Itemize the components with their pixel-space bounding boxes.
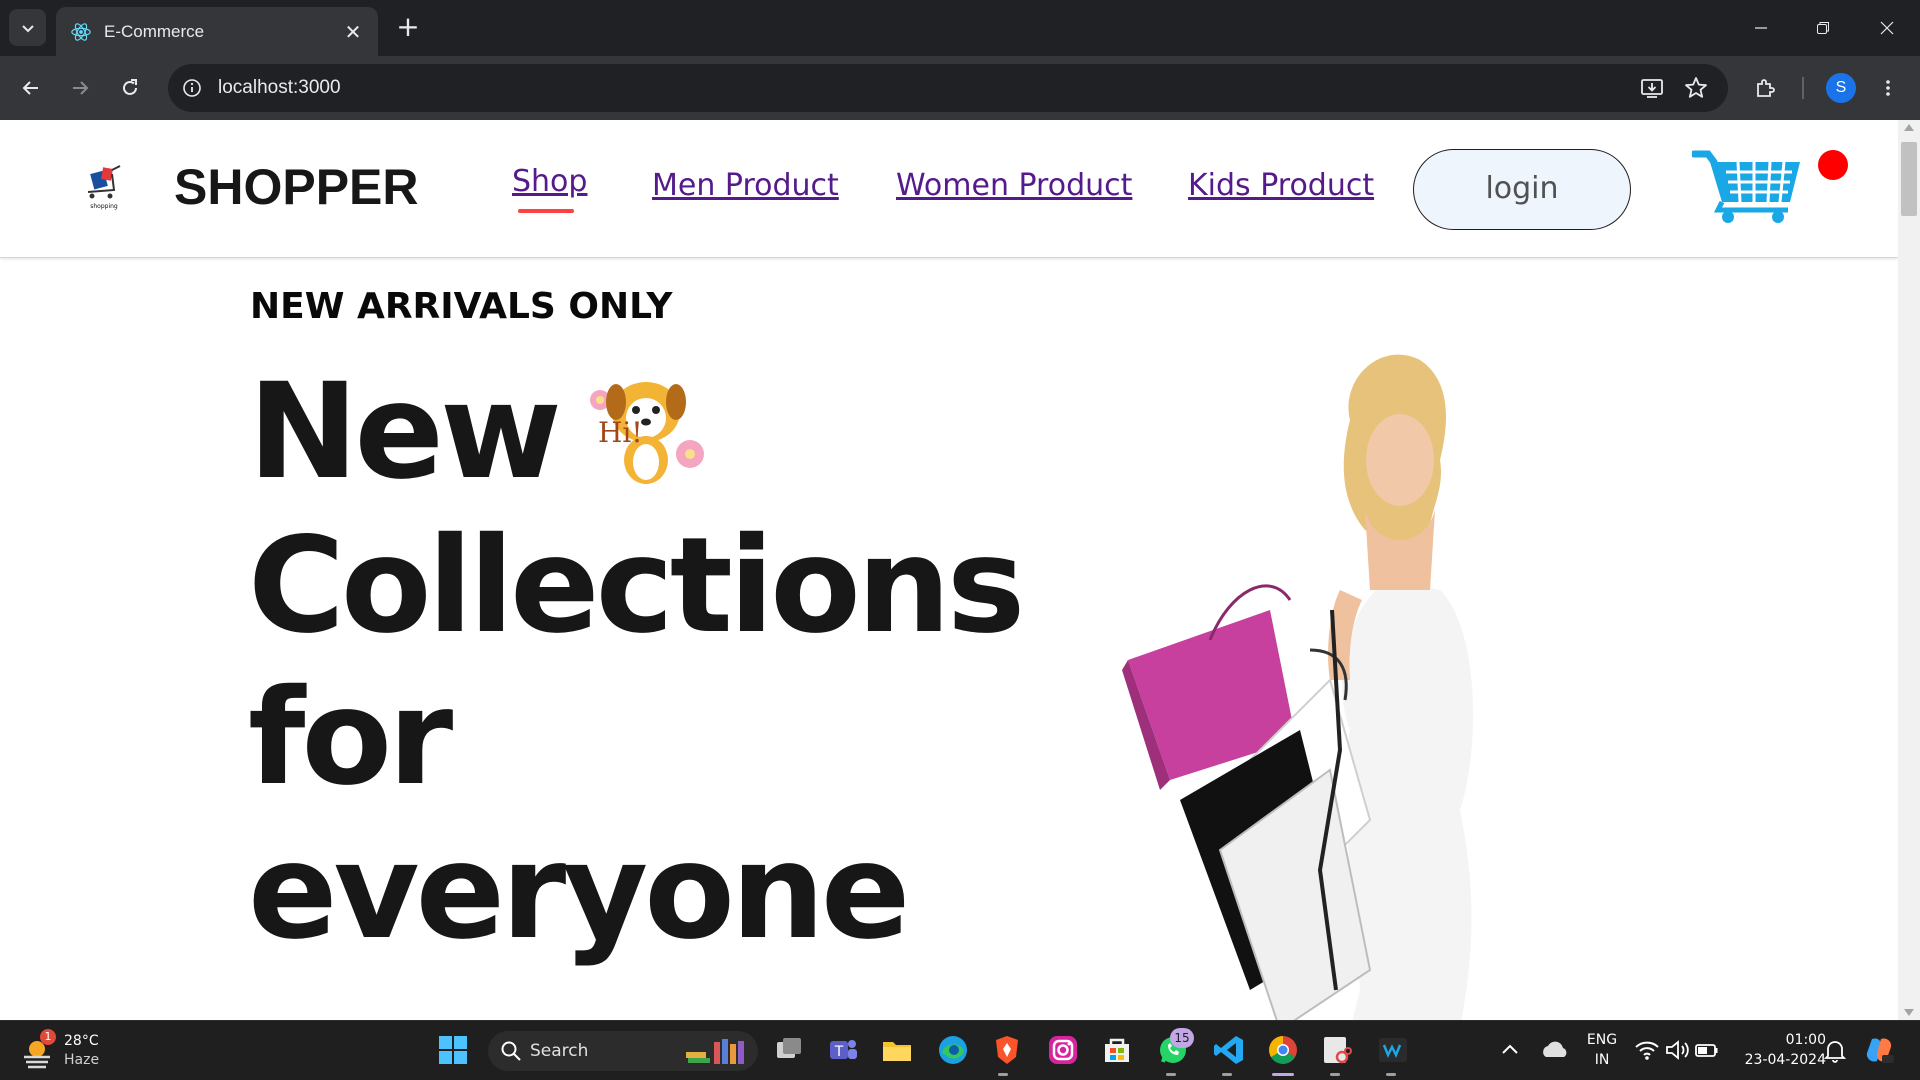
minimize-icon [1755,27,1767,29]
hero-line-4: everyone [248,815,910,969]
instagram-icon[interactable] [1046,1033,1080,1067]
copilot-icon[interactable] [1862,1033,1896,1067]
waving-puppy-icon: Hi! [590,382,704,484]
active-nav-indicator [518,209,574,213]
teams-icon[interactable]: T [826,1033,860,1067]
sticker-text: Hi! [598,416,643,449]
svg-text:T: T [834,1044,844,1060]
tab-close-icon[interactable]: ✕ [342,20,364,44]
weather-description: Haze [64,1052,100,1068]
clock-date[interactable]: 23-04-2024 [1730,1052,1826,1068]
weather-widget[interactable]: 1 28°C Haze [20,1029,140,1071]
minimize-button[interactable] [1738,10,1784,46]
whatsapp-running-indicator [1166,1073,1176,1076]
wifi-icon[interactable] [1634,1033,1660,1067]
more-vert-icon [1886,80,1890,96]
cart-icon[interactable] [1692,148,1804,224]
logo-caption: shopping [90,203,118,210]
notification-bell-icon[interactable] [1822,1033,1848,1067]
weather-alert-badge: 1 [40,1029,56,1045]
tab-ecommerce[interactable]: E-Commerce ✕ [56,7,378,56]
browser-toolbar: localhost:3000 [0,56,1920,120]
reload-icon [123,79,137,95]
install-app-icon[interactable] [1638,74,1666,102]
chrome-active-indicator [1272,1073,1294,1076]
clock-time[interactable]: 01:00 [1730,1032,1826,1048]
volume-icon[interactable] [1664,1033,1690,1067]
task-view-icon[interactable] [772,1033,806,1067]
extensions-button[interactable] [1749,72,1781,104]
file-explorer-icon[interactable] [880,1033,914,1067]
shopping-logo-icon[interactable]: shopping [82,164,126,210]
nav-link-shop[interactable]: Shop [512,164,587,199]
books-illustration-icon [686,1039,744,1064]
hero-line-3: for [248,661,453,815]
chrome-menu-button[interactable] [1872,72,1904,104]
nav-link-men[interactable]: Men Product [652,168,839,203]
onedrive-cloud-icon[interactable] [1538,1033,1572,1067]
scroll-thumb[interactable] [1901,142,1917,216]
whatsapp-unread-badge: 15 [1170,1028,1194,1048]
tab-search-button[interactable] [9,9,46,46]
snipping-running-indicator [1330,1073,1340,1076]
taskbar-search-label: Search [530,1041,589,1061]
page-viewport: shopping SHOPPER Shop Men Product Women … [0,120,1898,1020]
terminal-app-icon[interactable] [1376,1033,1410,1067]
vscode-icon[interactable] [1212,1033,1246,1067]
forward-button[interactable] [62,70,98,106]
reload-button[interactable] [112,70,148,106]
hero-line-2: Collections [248,509,1025,663]
restore-button[interactable] [1800,10,1846,46]
microsoft-store-icon[interactable] [1100,1033,1134,1067]
react-icon [71,22,91,41]
chrome-icon[interactable] [1266,1033,1300,1067]
profile-avatar[interactable]: S [1826,73,1856,103]
scroll-up-icon[interactable] [1904,124,1914,131]
page-scrollbar[interactable] [1898,120,1920,1020]
site-navbar: shopping SHOPPER Shop Men Product Women … [0,120,1898,258]
scroll-down-icon[interactable] [1904,1009,1914,1016]
terminal-running-indicator [1386,1073,1396,1076]
arrow-right-icon [73,81,89,95]
new-tab-button[interactable]: + [392,12,424,44]
back-button[interactable] [13,70,49,106]
vscode-running-indicator [1222,1073,1232,1076]
login-button[interactable]: login [1413,149,1631,230]
search-icon [501,1041,521,1061]
edge-icon[interactable] [936,1033,970,1067]
windows-start-icon[interactable] [436,1033,470,1067]
close-window-button[interactable] [1864,10,1910,46]
language-code[interactable]: ENG [1584,1032,1620,1048]
tab-title: E-Commerce [104,21,205,41]
arrow-left-icon [22,81,38,95]
nav-link-kids[interactable]: Kids Product [1188,168,1374,203]
nav-link-women[interactable]: Women Product [896,168,1132,203]
battery-icon[interactable] [1694,1033,1720,1067]
snipping-tool-icon[interactable] [1320,1033,1354,1067]
hero-shopping-woman-image [1122,354,1474,1020]
taskbar-search-box[interactable]: Search [488,1031,758,1071]
info-icon[interactable] [180,76,204,100]
weather-temperature: 28°C [64,1033,99,1049]
browser-tabstrip: E-Commerce ✕ + [0,0,1920,56]
hero-line-1: New [248,355,562,509]
url-text[interactable]: localhost:3000 [218,77,341,99]
bookmark-star-icon[interactable] [1682,74,1710,102]
toolbar-divider [1802,77,1804,99]
close-icon [1880,21,1894,35]
restore-icon [1817,22,1829,34]
cart-count-badge [1818,150,1848,180]
brave-running-indicator [998,1073,1008,1076]
puzzle-icon [1757,79,1775,97]
hero-kicker: NEW ARRIVALS ONLY [250,286,673,327]
chevron-up-icon[interactable] [1498,1033,1522,1067]
address-bar[interactable]: localhost:3000 [168,64,1728,112]
brave-icon[interactable] [990,1033,1024,1067]
brand-name[interactable]: SHOPPER [174,158,419,216]
windows-taskbar: 1 28°C Haze Search T 15 ENG IN 01:00 23-… [0,1020,1920,1080]
region-code[interactable]: IN [1584,1052,1620,1068]
chevron-down-icon [21,24,34,32]
